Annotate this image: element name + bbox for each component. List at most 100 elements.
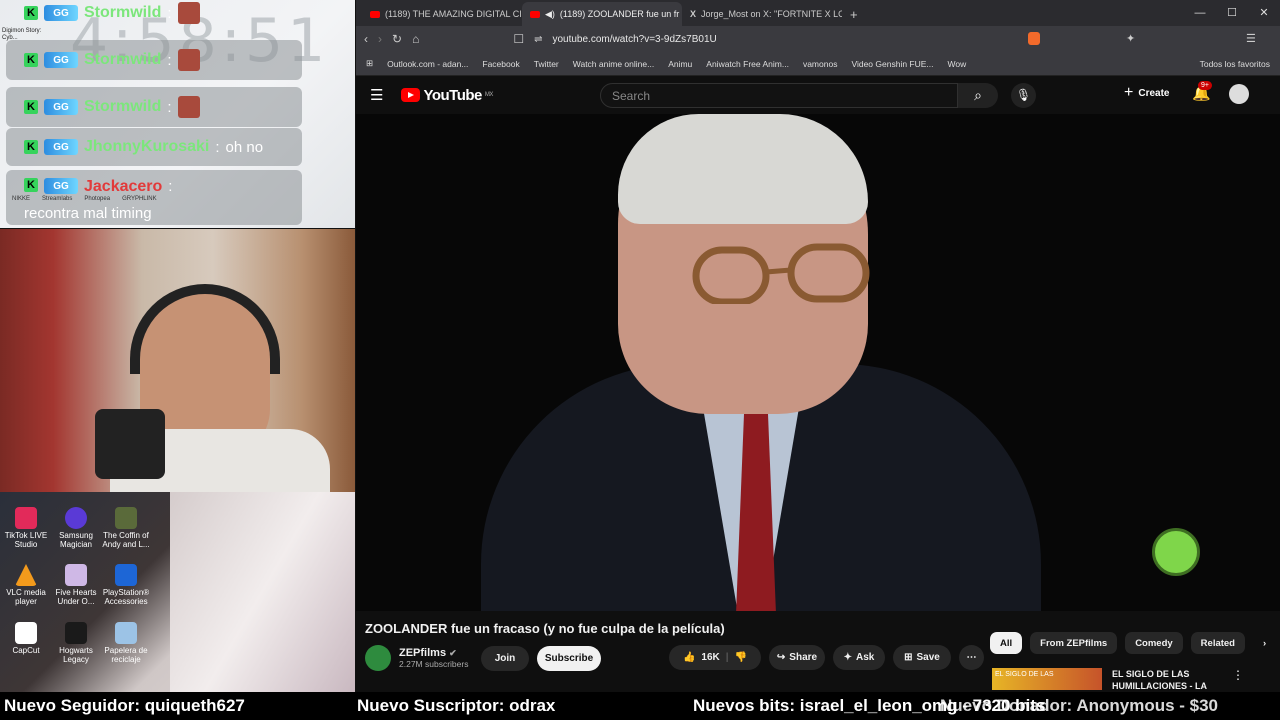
- chat-text: recontra mal timing: [24, 205, 152, 222]
- webcam-feed: [0, 229, 355, 499]
- video-hair: [618, 114, 868, 224]
- recommended-thumbnail: EL SIGLO DE LAS: [992, 668, 1102, 690]
- bookmark-outlook[interactable]: Outlook.com - adan...: [387, 59, 468, 69]
- ask-button[interactable]: ✦ Ask: [833, 645, 885, 670]
- chat-panel: 4:58:51 Digimon Story: Cyb... K GG Storm…: [0, 0, 355, 228]
- chip-all[interactable]: All: [990, 632, 1023, 654]
- desktop-icon-fivehearts[interactable]: Five Hearts Under O...: [50, 564, 102, 606]
- alert-ticker: Nuevo Seguidor: quiqueth627 Nuevo Suscri…: [0, 692, 1280, 720]
- desktop-icon-capcut[interactable]: CapCut: [0, 622, 52, 655]
- bookmark-icon[interactable]: ☐: [513, 32, 524, 46]
- microphone-icon: [95, 409, 165, 479]
- apps-icon[interactable]: ⊞: [366, 58, 373, 69]
- back-icon[interactable]: ‹: [364, 32, 368, 46]
- capcut-icon: [15, 622, 37, 644]
- bookmark-aniwatch[interactable]: Aniwatch Free Anim...: [706, 59, 789, 69]
- bookmark-genshin[interactable]: Video Genshin FUE...: [851, 59, 933, 69]
- account-avatar[interactable]: [1229, 84, 1249, 104]
- search-icon[interactable]: ⌕: [958, 83, 998, 108]
- action-bar: 👍 16K | 👎 ↪ Share ✦ Ask ⊞ Save ⋯: [669, 645, 984, 670]
- tiktok-icon: [15, 507, 37, 529]
- overlay-desktop-labels: NIKKE Streamlabs Photopea GRYPHLINK: [12, 196, 157, 202]
- desktop-icon-coffin[interactable]: The Coffin of Andy and L...: [100, 507, 152, 549]
- chip-from-channel[interactable]: From ZEPfilms: [1030, 632, 1118, 654]
- minimize-icon[interactable]: —: [1184, 0, 1216, 26]
- chips-next-icon[interactable]: ›: [1253, 632, 1276, 654]
- bookmark-animu[interactable]: Animu: [668, 59, 692, 69]
- save-button[interactable]: ⊞ Save: [893, 645, 951, 670]
- chip-comedy[interactable]: Comedy: [1125, 632, 1183, 654]
- desktop-icon-vlc[interactable]: VLC media player: [0, 564, 52, 606]
- tab-x-twitter[interactable]: X Jorge_Most on X: "FORTNITE X LOS: [682, 2, 842, 26]
- emote-icon: [177, 2, 200, 24]
- video-title: ZOOLANDER fue un fracaso (y no fue culpa…: [365, 621, 725, 636]
- bookmark-twitter[interactable]: Twitter: [534, 59, 559, 69]
- desktop-icon-samsung[interactable]: Samsung Magician: [50, 507, 102, 549]
- k-badge: K: [24, 53, 38, 67]
- bookmark-vamonos[interactable]: vamonos: [803, 59, 838, 69]
- chat-username: Stormwild: [84, 98, 162, 115]
- close-window-icon[interactable]: ✕: [1248, 0, 1280, 26]
- home-icon[interactable]: ⌂: [412, 32, 419, 46]
- share-button[interactable]: ↪ Share: [769, 645, 825, 670]
- video-player[interactable]: [356, 114, 1280, 611]
- site-info-icon[interactable]: ⇌: [534, 34, 542, 45]
- like-icon[interactable]: 👍: [683, 652, 695, 663]
- all-bookmarks[interactable]: Todos los favoritos: [1200, 59, 1270, 69]
- dislike-icon[interactable]: 👎: [735, 652, 747, 663]
- desktop-icon-label: TikTok LIVE Studio: [4, 531, 48, 549]
- save-label: Save: [916, 652, 940, 663]
- maximize-icon[interactable]: ☐: [1216, 0, 1248, 26]
- chip-related[interactable]: Related: [1190, 632, 1245, 654]
- desktop-icon-label: Five Hearts Under O...: [55, 588, 97, 606]
- desktop-icon-hogwarts[interactable]: Hogwarts Legacy: [50, 622, 102, 664]
- brave-shield-icon[interactable]: [1028, 32, 1040, 45]
- chat-separator: :: [167, 98, 172, 116]
- youtube-wordmark: YouTube: [423, 86, 482, 104]
- extensions-icon[interactable]: ✦: [1126, 32, 1135, 45]
- playstation-icon: [115, 564, 137, 586]
- desktop-icon-recycle[interactable]: Papelera de reciclaje: [100, 622, 152, 664]
- desktop-icon-label: Papelera de reciclaje: [104, 646, 148, 664]
- url-field[interactable]: youtube.com/watch?v=3-9dZs7B01U: [552, 34, 716, 45]
- menu-icon[interactable]: ☰: [1246, 32, 1256, 45]
- voice-search-icon[interactable]: 🎙: [1011, 83, 1036, 108]
- chat-separator: :: [167, 51, 172, 69]
- emote-icon: [177, 96, 200, 118]
- bookmark-facebook[interactable]: Facebook: [482, 59, 519, 69]
- recycle-bin-icon: [115, 622, 137, 644]
- more-actions-icon[interactable]: ⋯: [959, 645, 984, 670]
- desktop-icon-label: Hogwarts Legacy: [59, 646, 93, 664]
- stream-overlay: 4:58:51 Digimon Story: Cyb... K GG Storm…: [0, 0, 355, 720]
- bookmark-watch-anime[interactable]: Watch anime online...: [573, 59, 654, 69]
- recommended-video[interactable]: EL SIGLO DE LAS EL SIGLO DE LAS HUMILLAC…: [992, 668, 1244, 692]
- youtube-favicon-icon: [370, 10, 380, 18]
- bookmark-wow[interactable]: Wow: [948, 59, 967, 69]
- hamburger-menu-icon[interactable]: ☰: [370, 86, 383, 104]
- emote-icon: [177, 49, 200, 71]
- new-tab-button[interactable]: +: [842, 2, 872, 26]
- speaker-icon: ◀): [545, 8, 555, 19]
- tab-label: (1189) ZOOLANDER fue un fr: [559, 9, 680, 19]
- forward-icon[interactable]: ›: [378, 32, 382, 46]
- share-label: Share: [789, 652, 818, 663]
- youtube-logo[interactable]: YouTube MX: [401, 86, 493, 104]
- vlc-icon: [15, 564, 37, 586]
- tab-zoolander[interactable]: ◀)(1189) ZOOLANDER fue un fr✕: [522, 2, 682, 26]
- channel-watermark-icon[interactable]: [1152, 528, 1200, 576]
- desktop-icon-playstation[interactable]: PlayStation® Accessories: [100, 564, 152, 606]
- sparkle-icon: ✦: [843, 652, 853, 663]
- create-button[interactable]: + Create: [1124, 84, 1169, 102]
- channel-name[interactable]: ZEPfilms ✔: [399, 647, 473, 659]
- desktop-icon-tiktok[interactable]: TikTok LIVE Studio: [0, 507, 52, 549]
- recommended-more-icon[interactable]: ⋮: [1232, 668, 1244, 692]
- chat-username: Stormwild: [84, 51, 162, 68]
- ask-label: Ask: [856, 652, 875, 663]
- subscribe-button[interactable]: Subscribe: [537, 645, 601, 671]
- tab-digital-circus[interactable]: (1189) THE AMAZING DIGITAL CIRCU: [362, 2, 522, 26]
- ticker-donor: Nuevo Donador: Anonymous - $30: [940, 696, 1219, 715]
- channel-avatar[interactable]: [365, 645, 391, 671]
- search-input[interactable]: Search: [600, 83, 958, 108]
- reload-icon[interactable]: ↻: [392, 32, 402, 46]
- join-button[interactable]: Join: [481, 645, 529, 671]
